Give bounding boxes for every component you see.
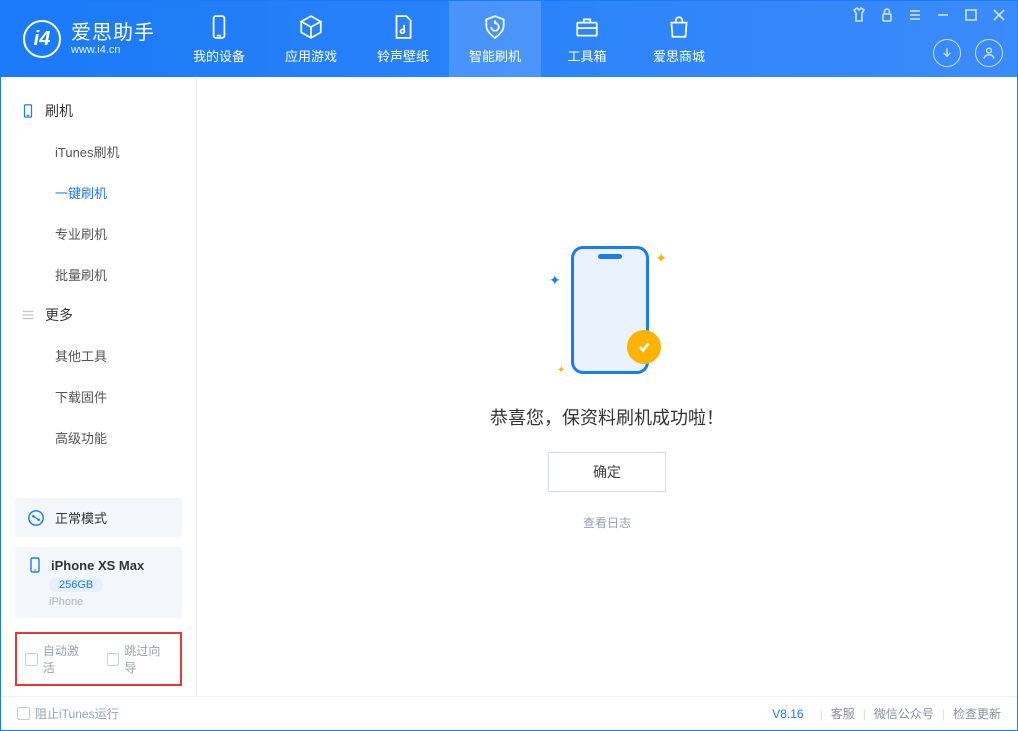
sidebar-item-download-firmware[interactable]: 下载固件 (1, 376, 196, 417)
sidebar-item-pro-flash[interactable]: 专业刷机 (1, 213, 196, 254)
main-content: ✦ ✦ ✦ 恭喜您，保资料刷机成功啦！ 确定 查看日志 (197, 77, 1017, 696)
sidebar-item-advanced[interactable]: 高级功能 (1, 417, 196, 458)
checkbox-auto-activate[interactable]: 自动激活 (25, 642, 91, 676)
sparkle-icon: ✦ (549, 272, 561, 289)
tab-store[interactable]: 爱思商城 (633, 1, 725, 77)
window-controls (851, 7, 1007, 23)
checkbox-icon (107, 653, 120, 666)
mode-icon (27, 509, 45, 527)
sidebar-item-other-tools[interactable]: 其他工具 (1, 335, 196, 376)
footer-link-update[interactable]: 检查更新 (953, 705, 1001, 722)
divider: | (863, 707, 866, 721)
cube-icon (298, 14, 324, 40)
sidebar-group-more[interactable]: 更多 (1, 295, 196, 335)
maximize-button[interactable] (963, 7, 979, 23)
sidebar-item-itunes-flash[interactable]: iTunes刷机 (1, 131, 196, 172)
view-log-link[interactable]: 查看日志 (583, 514, 631, 531)
footer-link-wechat[interactable]: 微信公众号 (874, 705, 934, 722)
footer-link-support[interactable]: 客服 (831, 705, 855, 722)
tshirt-icon[interactable] (851, 7, 867, 23)
sidebar-item-batch-flash[interactable]: 批量刷机 (1, 254, 196, 295)
app-name-cn: 爱思助手 (71, 22, 155, 44)
sidebar-item-onekey-flash[interactable]: 一键刷机 (1, 172, 196, 213)
checkbox-icon (25, 653, 38, 666)
sparkle-icon: ✦ (655, 250, 667, 267)
tab-label: 智能刷机 (469, 46, 521, 65)
version-label: V8.16 (772, 707, 803, 721)
tab-ringtone-wallpaper[interactable]: 铃声壁纸 (357, 1, 449, 77)
sidebar-group-title: 刷机 (45, 101, 73, 121)
checkbox-skip-guide[interactable]: 跳过向导 (107, 642, 173, 676)
checkbox-label: 阻止iTunes运行 (35, 705, 119, 722)
tab-label: 应用游戏 (285, 46, 337, 65)
tab-label: 铃声壁纸 (377, 46, 429, 65)
minimize-button[interactable] (935, 7, 951, 23)
body: 刷机 iTunes刷机 一键刷机 专业刷机 批量刷机 更多 其他工具 下载固件 … (1, 77, 1017, 696)
logo-icon: i4 (23, 20, 61, 58)
footer: 阻止iTunes运行 V8.16 | 客服 | 微信公众号 | 检查更新 (1, 696, 1017, 730)
phone-small-icon (27, 557, 43, 573)
header-right-buttons (933, 39, 1003, 67)
app-name-en: www.i4.cn (71, 44, 155, 56)
sidebar-group-flash[interactable]: 刷机 (1, 91, 196, 131)
device-type: iPhone (49, 596, 170, 608)
device-info[interactable]: iPhone XS Max 256GB iPhone (15, 547, 182, 618)
mode-indicator[interactable]: 正常模式 (15, 498, 182, 537)
check-badge-icon (627, 330, 661, 364)
sparkle-icon: ✦ (557, 365, 565, 376)
user-button[interactable] (975, 39, 1003, 67)
menu-icon[interactable] (907, 7, 923, 23)
tab-label: 爱思商城 (653, 46, 705, 65)
checkbox-block-itunes[interactable]: 阻止iTunes运行 (17, 705, 119, 722)
checkbox-label: 跳过向导 (124, 642, 172, 676)
app-title: 爱思助手 www.i4.cn (71, 22, 155, 56)
tab-smart-flash[interactable]: 智能刷机 (449, 1, 541, 77)
tab-label: 我的设备 (193, 46, 245, 65)
tab-apps-games[interactable]: 应用游戏 (265, 1, 357, 77)
tab-toolbox[interactable]: 工具箱 (541, 1, 633, 77)
nav-tabs: 我的设备 应用游戏 铃声壁纸 智能刷机 工具箱 爱思商城 (173, 1, 725, 77)
music-file-icon (390, 14, 416, 40)
download-button[interactable] (933, 39, 961, 67)
close-button[interactable] (991, 7, 1007, 23)
briefcase-icon (574, 14, 600, 40)
logo-area: i4 爱思助手 www.i4.cn (1, 1, 173, 77)
device-icon (21, 104, 35, 118)
bag-icon (666, 14, 692, 40)
tab-label: 工具箱 (567, 46, 606, 65)
lock-icon[interactable] (879, 7, 895, 23)
titlebar: i4 爱思助手 www.i4.cn 我的设备 应用游戏 铃声壁纸 智能刷机 (1, 1, 1017, 77)
list-icon (21, 308, 35, 322)
ok-button[interactable]: 确定 (548, 452, 666, 492)
success-message: 恭喜您，保资料刷机成功啦！ (490, 404, 724, 430)
shield-refresh-icon (482, 14, 508, 40)
mode-label: 正常模式 (55, 508, 107, 527)
phone-icon (206, 14, 232, 40)
success-illustration: ✦ ✦ ✦ (547, 242, 667, 382)
divider: | (820, 707, 823, 721)
sidebar-group-title: 更多 (45, 305, 73, 325)
device-capacity: 256GB (49, 578, 103, 592)
checkbox-label: 自动激活 (43, 642, 91, 676)
sidebar: 刷机 iTunes刷机 一键刷机 专业刷机 批量刷机 更多 其他工具 下载固件 … (1, 77, 197, 696)
divider: | (942, 707, 945, 721)
checkbox-icon (17, 707, 30, 720)
device-name: iPhone XS Max (51, 558, 144, 573)
app-window: i4 爱思助手 www.i4.cn 我的设备 应用游戏 铃声壁纸 智能刷机 (0, 0, 1018, 731)
options-highlighted: 自动激活 跳过向导 (15, 632, 182, 686)
tab-my-device[interactable]: 我的设备 (173, 1, 265, 77)
